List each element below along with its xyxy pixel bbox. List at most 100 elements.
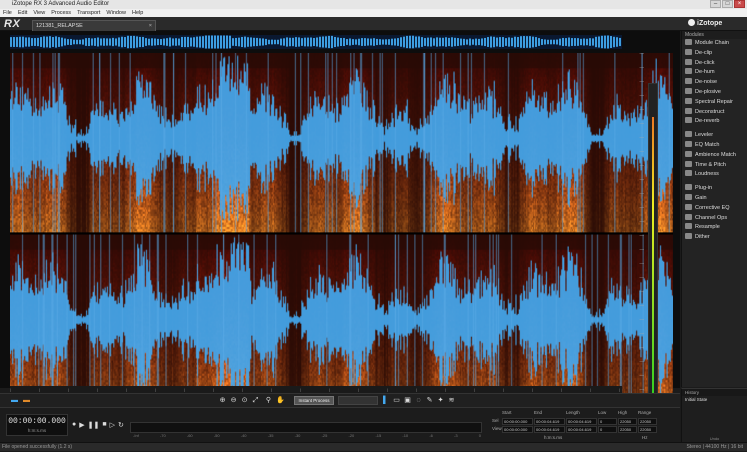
module-item-leveler[interactable]: Leveler — [682, 131, 747, 141]
time-tick: | — [184, 387, 186, 392]
module-item-deconstruct[interactable]: Deconstruct — [682, 107, 747, 118]
view-length-field[interactable]: 00:00:04.619 — [566, 426, 597, 433]
sel-length-field[interactable]: 00:00:04.619 — [566, 418, 597, 425]
module-item-de-reverb[interactable]: De-reverb — [682, 117, 747, 127]
view-low-field[interactable]: 0 — [598, 426, 617, 433]
time-tick: | — [387, 387, 389, 392]
time-tick: | — [561, 387, 563, 392]
module-icon — [685, 39, 692, 45]
zoom-tool-icon[interactable]: ⚲ — [264, 396, 273, 405]
stop-icon[interactable]: ■ — [102, 421, 106, 429]
frequency-selection-icon[interactable]: ▭ — [392, 396, 401, 405]
time-tick: | — [10, 387, 12, 392]
module-item-resample[interactable]: Resample — [682, 223, 747, 233]
level-tick: -15 — [375, 433, 382, 438]
module-label: De-noise — [695, 79, 718, 86]
harmonic-selection-icon[interactable]: ≋ — [447, 396, 456, 405]
module-item-dither[interactable]: Dither — [682, 233, 747, 243]
view-start-field[interactable]: 00:00:00.000 — [502, 426, 533, 433]
ruler-tick: — — [639, 317, 645, 322]
spectrogram-view-icon[interactable]: ▬ — [22, 396, 31, 405]
module-item-de-hum[interactable]: De-hum — [682, 68, 747, 78]
history-panel: History Initial State Undo — [681, 388, 747, 442]
loop-icon[interactable]: ↻ — [118, 421, 124, 429]
module-item-de-noise[interactable]: De-noise — [682, 78, 747, 88]
module-item-plug-in[interactable]: Plug-in — [682, 184, 747, 194]
module-item-gain[interactable]: Gain — [682, 193, 747, 204]
module-item-module-chain[interactable]: Module Chain — [682, 39, 747, 49]
sel-high-field[interactable]: 22050 — [618, 418, 637, 425]
module-label: Loudness — [695, 171, 719, 178]
module-item-spectral-repair[interactable]: Spectral Repair — [682, 97, 747, 108]
time-selection-icon[interactable]: ▌ — [381, 396, 390, 405]
menu-view[interactable]: View — [33, 9, 45, 17]
zoom-fit-icon[interactable]: ⤢ — [251, 396, 260, 405]
spectrogram-waveform-view[interactable] — [10, 53, 673, 416]
module-item-corrective-eq[interactable]: Corrective EQ — [682, 203, 747, 214]
module-item-de-click[interactable]: De-click — [682, 58, 747, 69]
view-range-field[interactable]: 22050 — [638, 426, 657, 433]
menu-transport[interactable]: Transport — [77, 9, 100, 17]
maximize-button[interactable]: □ — [722, 0, 733, 8]
header-low: Low — [598, 410, 607, 415]
view-end-field[interactable]: 00:00:04.619 — [534, 426, 565, 433]
sel-end-field[interactable]: 00:00:04.619 — [534, 418, 565, 425]
sel-start-field[interactable]: 00:00:00.000 — [502, 418, 533, 425]
module-item-time-pitch[interactable]: Time & Pitch — [682, 160, 747, 171]
file-tab[interactable]: 121381_RELAPSE × — [32, 20, 156, 31]
module-label: De-reverb — [695, 118, 720, 125]
module-icon — [685, 48, 692, 55]
menu-window[interactable]: Window — [106, 9, 126, 17]
module-icon — [685, 87, 692, 94]
pause-icon[interactable]: ❚❚ — [88, 421, 100, 429]
level-tick: -60 — [186, 433, 193, 438]
waveform-overview[interactable] — [10, 35, 622, 49]
overview-waveform — [10, 35, 621, 49]
record-icon[interactable]: ● — [72, 421, 76, 429]
zoom-out-icon[interactable]: ⊖ — [229, 396, 238, 405]
menu-help[interactable]: Help — [132, 9, 143, 17]
menu-edit[interactable]: Edit — [18, 9, 27, 17]
minimize-button[interactable]: – — [710, 0, 721, 8]
time-frequency-selection-icon[interactable]: ▣ — [403, 396, 412, 405]
edit-toolbar: ▬ ▬ ⊕ ⊖ ⊙ ⤢ ⚲ ✋ Instant Process ▌ ▭ ▣ ◌ … — [0, 393, 680, 407]
ruler-tick: — — [639, 107, 645, 112]
sel-range-field[interactable]: 22050 — [638, 418, 657, 425]
view-high-field[interactable]: 22050 — [618, 426, 637, 433]
menu-process[interactable]: Process — [51, 9, 71, 17]
sel-low-field[interactable]: 0 — [598, 418, 617, 425]
level-tick: -40 — [240, 433, 247, 438]
ruler-tick: — — [639, 359, 645, 364]
close-button[interactable]: × — [734, 0, 745, 8]
module-item-loudness[interactable]: Loudness — [682, 170, 747, 180]
ruler-tick: — — [639, 149, 645, 154]
brush-icon[interactable]: ✎ — [425, 396, 434, 405]
menu-bar: File Edit View Process Transport Window … — [0, 9, 747, 17]
play-selection-icon[interactable]: ▷ — [110, 421, 115, 429]
lasso-icon[interactable]: ◌ — [414, 396, 423, 405]
ruler-tick: — — [639, 275, 645, 280]
magic-wand-icon[interactable]: ✦ — [436, 396, 445, 405]
module-item-de-clip[interactable]: De-clip — [682, 48, 747, 59]
zoom-selection-icon[interactable]: ⊙ — [240, 396, 249, 405]
module-item-de-plosive[interactable]: De-plosive — [682, 87, 747, 98]
module-item-eq-match[interactable]: EQ Match — [682, 140, 747, 151]
instant-process-mode-select[interactable] — [338, 396, 378, 405]
module-item-ambience-match[interactable]: Ambience Match — [682, 150, 747, 161]
module-icon — [685, 58, 692, 65]
level-scale: -Inf -70 -60 -50 -40 -35 -30 -25 -20 -15 -10 -6 -3 0 — [133, 433, 481, 438]
view-row: View 00:00:00.000 00:00:04.619 00:00:04.… — [492, 426, 658, 433]
ruler-tick: — — [639, 387, 645, 392]
spectrogram-canvas[interactable] — [10, 53, 673, 416]
module-item-channel-ops[interactable]: Channel Ops — [682, 213, 747, 224]
timecode-value: 00:00:00.000 — [8, 417, 66, 426]
menu-file[interactable]: File — [3, 9, 12, 17]
instant-process-button[interactable]: Instant Process — [294, 396, 334, 405]
play-icon[interactable]: ▶ — [79, 421, 84, 429]
hand-tool-icon[interactable]: ✋ — [276, 396, 285, 405]
waveform-view-icon[interactable]: ▬ — [10, 396, 19, 405]
close-tab-icon[interactable]: × — [149, 21, 152, 31]
zoom-in-icon[interactable]: ⊕ — [218, 396, 227, 405]
time-ruler[interactable]: | | | | | | | | | | | | | | | | | | | | | | — [10, 386, 622, 393]
history-item[interactable]: Initial State — [682, 396, 747, 403]
